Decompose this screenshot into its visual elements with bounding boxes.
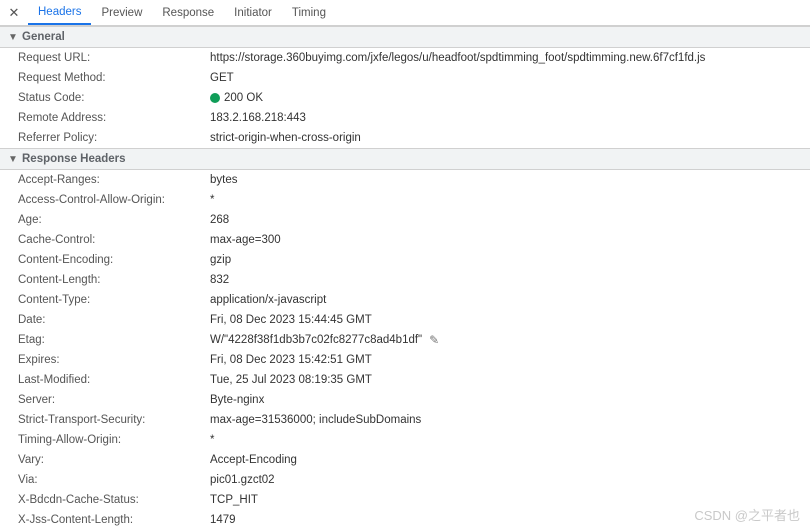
header-value: bytes [210, 172, 810, 188]
label-request-url: Request URL: [0, 50, 210, 66]
header-label: Access-Control-Allow-Origin: [0, 192, 210, 208]
value-remote-address: 183.2.168.218:443 [210, 110, 810, 126]
row-request-method: Request Method: GET [0, 68, 810, 88]
header-value: * [210, 192, 810, 208]
tabs-container: Headers Preview Response Initiator Timin… [28, 0, 336, 25]
header-label: X-Bdcdn-Cache-Status: [0, 492, 210, 508]
header-row: Last-Modified:Tue, 25 Jul 2023 08:19:35 … [0, 370, 810, 390]
value-request-url[interactable]: https://storage.360buyimg.com/jxfe/legos… [210, 50, 810, 66]
header-value: TCP_HIT [210, 492, 810, 508]
header-value: max-age=31536000; includeSubDomains [210, 412, 810, 428]
header-value: application/x-javascript [210, 292, 810, 308]
header-value: gzip [210, 252, 810, 268]
header-value: 268 [210, 212, 810, 228]
value-request-method: GET [210, 70, 810, 86]
row-request-url: Request URL: https://storage.360buyimg.c… [0, 48, 810, 68]
header-row: Server:Byte-nginx [0, 390, 810, 410]
header-row: Timing-Allow-Origin:* [0, 430, 810, 450]
header-row: Date:Fri, 08 Dec 2023 15:44:45 GMT [0, 310, 810, 330]
header-label: Age: [0, 212, 210, 228]
header-value: pic01.gzct02 [210, 472, 810, 488]
response-headers-list: Accept-Ranges:bytesAccess-Control-Allow-… [0, 170, 810, 530]
header-label: Vary: [0, 452, 210, 468]
header-label: Content-Type: [0, 292, 210, 308]
tab-initiator[interactable]: Initiator [224, 0, 282, 25]
value-status-code: 200 OK [210, 90, 810, 106]
label-request-method: Request Method: [0, 70, 210, 86]
header-label: Accept-Ranges: [0, 172, 210, 188]
label-remote-address: Remote Address: [0, 110, 210, 126]
section-response-headers-header[interactable]: ▼ Response Headers [0, 148, 810, 170]
header-value: * [210, 432, 810, 448]
header-row: Accept-Ranges:bytes [0, 170, 810, 190]
label-referrer-policy: Referrer Policy: [0, 130, 210, 146]
header-label: Etag: [0, 332, 210, 348]
value-referrer-policy: strict-origin-when-cross-origin [210, 130, 810, 146]
header-label: Content-Length: [0, 272, 210, 288]
header-row: Strict-Transport-Security:max-age=315360… [0, 410, 810, 430]
header-row: X-Bdcdn-Cache-Status:TCP_HIT [0, 490, 810, 510]
tab-headers[interactable]: Headers [28, 0, 91, 25]
section-response-headers-title: Response Headers [22, 153, 126, 165]
header-row: Expires:Fri, 08 Dec 2023 15:42:51 GMT [0, 350, 810, 370]
header-value: Tue, 25 Jul 2023 08:19:35 GMT [210, 372, 810, 388]
tab-response[interactable]: Response [152, 0, 224, 25]
header-row: Access-Control-Allow-Origin:* [0, 190, 810, 210]
header-value: W/"4228f38f1db3b7c02fc8277c8ad4b1df"✎ [210, 332, 810, 348]
section-general-title: General [22, 31, 65, 43]
header-label: Cache-Control: [0, 232, 210, 248]
row-referrer-policy: Referrer Policy: strict-origin-when-cros… [0, 128, 810, 148]
header-row: Age:268 [0, 210, 810, 230]
header-value: Fri, 08 Dec 2023 15:44:45 GMT [210, 312, 810, 328]
header-label: X-Jss-Content-Length: [0, 512, 210, 528]
disclosure-icon: ▼ [8, 32, 18, 43]
header-label: Via: [0, 472, 210, 488]
section-general-header[interactable]: ▼ General [0, 26, 810, 48]
status-dot-icon [210, 93, 220, 103]
label-status-code: Status Code: [0, 90, 210, 106]
header-label: Content-Encoding: [0, 252, 210, 268]
header-row: Cache-Control:max-age=300 [0, 230, 810, 250]
header-value: Accept-Encoding [210, 452, 810, 468]
tab-preview[interactable]: Preview [91, 0, 152, 25]
header-label: Date: [0, 312, 210, 328]
pencil-icon[interactable]: ✎ [429, 332, 439, 348]
header-value: Byte-nginx [210, 392, 810, 408]
row-status-code: Status Code: 200 OK [0, 88, 810, 108]
disclosure-icon: ▼ [8, 154, 18, 165]
header-value: Fri, 08 Dec 2023 15:42:51 GMT [210, 352, 810, 368]
header-row: X-Jss-Content-Length:1479 [0, 510, 810, 530]
tab-timing[interactable]: Timing [282, 0, 336, 25]
row-remote-address: Remote Address: 183.2.168.218:443 [0, 108, 810, 128]
close-button[interactable]: ✕ [0, 0, 28, 26]
header-label: Last-Modified: [0, 372, 210, 388]
network-header-toolbar: ✕ Headers Preview Response Initiator Tim… [0, 0, 810, 26]
header-value: max-age=300 [210, 232, 810, 248]
header-row: Via:pic01.gzct02 [0, 470, 810, 490]
headers-panel[interactable]: ▼ General Request URL: https://storage.3… [0, 26, 810, 530]
header-row: Content-Length:832 [0, 270, 810, 290]
header-label: Timing-Allow-Origin: [0, 432, 210, 448]
header-label: Server: [0, 392, 210, 408]
header-value: 1479 [210, 512, 810, 528]
header-row: Etag:W/"4228f38f1db3b7c02fc8277c8ad4b1df… [0, 330, 810, 350]
header-row: Vary:Accept-Encoding [0, 450, 810, 470]
header-row: Content-Encoding:gzip [0, 250, 810, 270]
header-value: 832 [210, 272, 810, 288]
header-label: Strict-Transport-Security: [0, 412, 210, 428]
header-label: Expires: [0, 352, 210, 368]
header-row: Content-Type:application/x-javascript [0, 290, 810, 310]
